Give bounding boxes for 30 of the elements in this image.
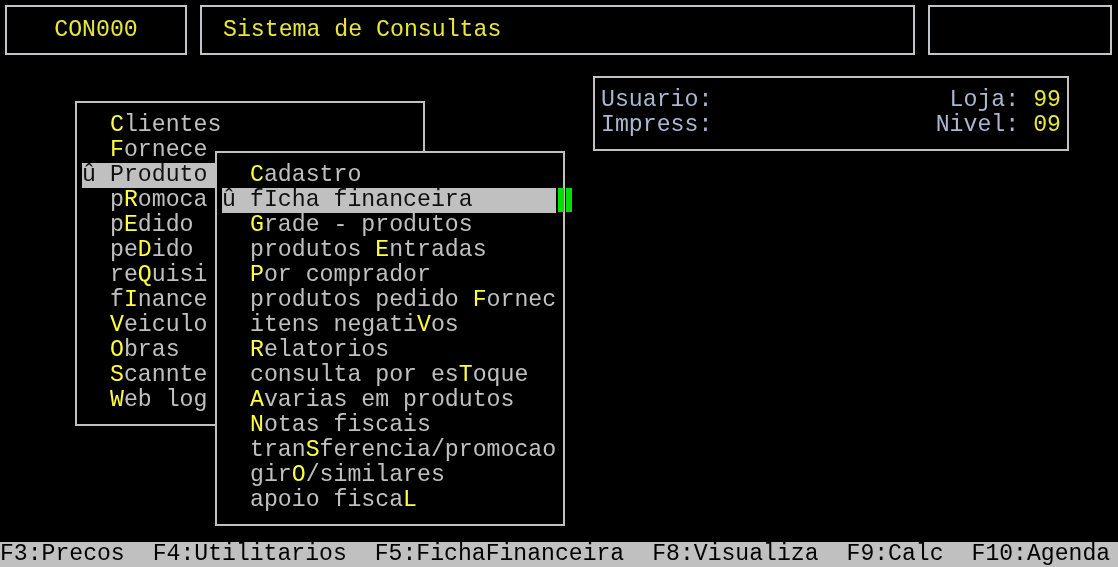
menu-item[interactable]: produtos pedido Fornec	[222, 288, 557, 313]
menu-item[interactable]: Grade - produtos	[222, 213, 557, 238]
menu-item[interactable]: û fIcha financeira	[222, 188, 557, 213]
menu-item[interactable]: produtos Entradas	[222, 238, 557, 263]
shortcut-key[interactable]: F3:Precos	[0, 542, 125, 567]
menu-item[interactable]: itens negatiVos	[222, 313, 557, 338]
program-code: CON000	[5, 5, 187, 55]
field-label: Usuario:	[601, 88, 713, 113]
menu-item[interactable]: Por comprador	[222, 263, 557, 288]
cursor-block	[558, 188, 572, 212]
field-label: Loja:	[949, 88, 1020, 113]
field-value: 09	[1033, 113, 1061, 138]
field-label: Impress:	[601, 113, 713, 138]
shortcut-key[interactable]: F9:Calc	[846, 542, 944, 567]
menu-item[interactable]: Cadastro	[222, 163, 557, 188]
menu-item[interactable]: Relatorios	[222, 338, 557, 363]
menu-item[interactable]: Avarias em produtos	[222, 388, 557, 413]
shortcut-key[interactable]: F8:Visualiza	[652, 542, 819, 567]
menu-item[interactable]: tranSferencia/promocao	[222, 438, 557, 463]
shortcut-key[interactable]: F5:FichaFinanceira	[374, 542, 625, 567]
shortcut-key[interactable]: F10:Agenda	[971, 542, 1111, 567]
menu-item[interactable]: girO/similares	[222, 463, 557, 488]
field-value: 99	[1033, 88, 1061, 113]
menu-item[interactable]: Clientes	[82, 113, 222, 138]
shortcut-key[interactable]: F4:Utilitarios	[152, 542, 347, 567]
menu-item[interactable]: Notas fiscais	[222, 413, 557, 438]
field-label: Nivel:	[935, 113, 1020, 138]
window-title: Sistema de Consultas	[200, 5, 915, 55]
menu-item[interactable]: consulta por esToque	[222, 363, 557, 388]
menu-item[interactable]: apoio fiscaL	[222, 488, 557, 513]
